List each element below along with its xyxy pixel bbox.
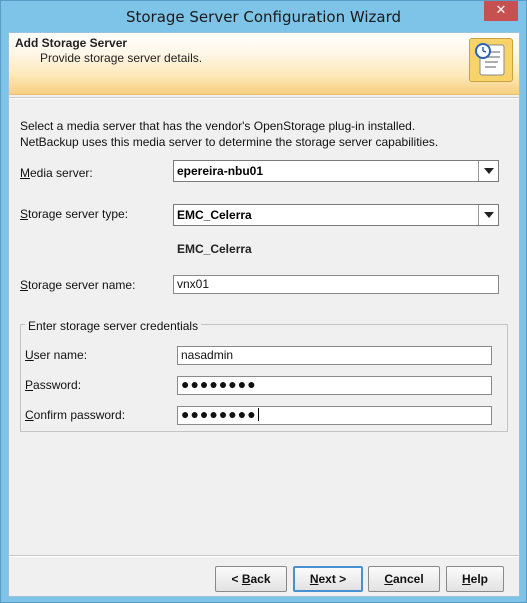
next-button[interactable]: Next >	[293, 566, 363, 592]
storage-server-name-input[interactable]: vnx01	[173, 275, 499, 294]
user-name-label: User name:	[25, 348, 88, 362]
back-button[interactable]: < Back	[215, 566, 287, 592]
storage-server-type-label: Storage server type:	[20, 207, 129, 221]
credentials-group-title: Enter storage server credentials	[25, 319, 202, 333]
banner-separator	[9, 97, 519, 99]
title-bar[interactable]: Storage Server Configuration Wizard ✕	[1, 1, 526, 32]
text-caret	[257, 408, 259, 421]
chevron-down-icon[interactable]	[478, 161, 498, 181]
wizard-banner: Add Storage Server Provide storage serve…	[9, 33, 519, 95]
intro-text: Select a media server that has the vendo…	[20, 118, 510, 150]
confirm-password-value: ●●●●●●●●	[181, 406, 257, 422]
wizard-window: Storage Server Configuration Wizard ✕ Ad…	[0, 0, 527, 603]
media-server-value: epereira-nbu01	[177, 164, 264, 178]
banner-title: Add Storage Server	[15, 36, 128, 50]
password-input[interactable]: ●●●●●●●●	[177, 376, 492, 395]
intro-line-1: Select a media server that has the vendo…	[20, 119, 416, 133]
storage-server-type-value: EMC_Celerra	[177, 208, 252, 222]
close-button[interactable]: ✕	[484, 1, 518, 21]
cancel-button[interactable]: Cancel	[368, 566, 440, 592]
media-server-combo[interactable]: epereira-nbu01	[173, 160, 499, 182]
storage-server-type-description: EMC_Celerra	[177, 242, 252, 256]
banner-subtitle: Provide storage server details.	[40, 51, 203, 65]
user-name-input[interactable]: nasadmin	[177, 346, 492, 365]
chevron-down-icon[interactable]	[478, 205, 498, 225]
password-label: Password:	[25, 378, 82, 392]
intro-line-2: NetBackup uses this media server to dete…	[20, 135, 439, 149]
storage-server-type-combo[interactable]: EMC_Celerra	[173, 204, 499, 226]
storage-server-name-label: Storage server name:	[20, 278, 136, 292]
window-title: Storage Server Configuration Wizard	[125, 8, 402, 26]
confirm-password-input[interactable]: ●●●●●●●●	[177, 406, 492, 425]
wizard-scroll-icon	[469, 38, 513, 82]
media-server-label: Media server:	[20, 166, 93, 180]
wizard-client-area: Add Storage Server Provide storage serve…	[8, 32, 520, 597]
footer-separator	[9, 555, 519, 557]
confirm-password-label: Confirm password:	[25, 408, 126, 422]
help-button[interactable]: Help	[446, 566, 504, 592]
